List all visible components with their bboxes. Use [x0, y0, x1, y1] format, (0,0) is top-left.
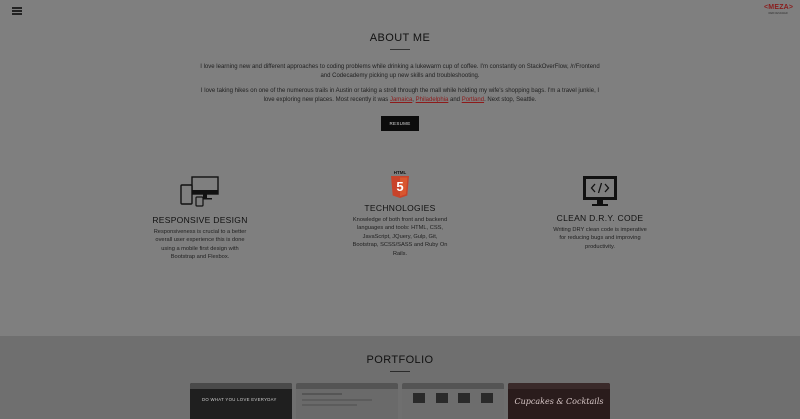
feature-text: Writing DRY clean code is imperative for… [553, 227, 647, 250]
html5-shield: 5 [391, 176, 409, 198]
para2-sep-2: and [448, 97, 462, 103]
about-paragraph-2: I love taking hikes on one of the numero… [200, 87, 600, 105]
portfolio-thumb-1-text: DO WHAT YOU LOVE EVERYDAY [202, 397, 277, 402]
link-portland[interactable]: Portland [462, 97, 484, 103]
site-logo[interactable]: <MEZA> WEB DESIGNER [764, 4, 794, 15]
devices-icon [180, 176, 219, 207]
feature-title: RESPONSIVE DESIGN [152, 215, 248, 225]
code-monitor-icon [583, 176, 617, 206]
portfolio-thumb-4[interactable]: Cupcakes & Cocktails [508, 383, 610, 419]
feature-responsive: RESPONSIVE DESIGN Responsiveness is cruc… [150, 175, 250, 262]
about-title-divider [390, 49, 410, 50]
feature-text: Knowledge of both front and backend lang… [352, 217, 448, 257]
feature-title: TECHNOLOGIES [364, 203, 436, 213]
portfolio-title-divider [390, 371, 410, 372]
link-jamaica[interactable]: Jamaica [390, 97, 412, 103]
about-title: ABOUT ME [369, 32, 431, 44]
logo-tagline: WEB DESIGNER [768, 12, 788, 15]
about-paragraph-1: I love learning new and different approa… [200, 64, 600, 79]
html5-icon: HTML 5 [385, 170, 415, 199]
feature-technologies: HTML 5 TECHNOLOGIES Knowledge of both fr… [350, 170, 450, 258]
portfolio-thumb-3[interactable] [402, 383, 504, 419]
logo-text: <MEZA> [764, 4, 794, 11]
svg-text:5: 5 [396, 179, 403, 194]
feature-text: Responsiveness is crucial to a better ov… [153, 229, 247, 261]
hamburger-icon[interactable] [12, 7, 22, 15]
link-philadelphia[interactable]: Philadelphia [416, 97, 449, 103]
portfolio-title: PORTFOLIO [366, 354, 434, 366]
feature-clean-code: CLEAN D.R.Y. CODE Writing DRY clean code… [550, 175, 650, 251]
portfolio-section [0, 336, 800, 419]
para2-after: . Next stop, Seattle. [484, 97, 537, 103]
portfolio-thumb-2[interactable] [296, 383, 398, 419]
feature-title: CLEAN D.R.Y. CODE [556, 213, 644, 223]
portfolio-thumb-4-text: Cupcakes & Cocktails [514, 397, 604, 406]
resume-button[interactable]: RESUME [381, 116, 419, 131]
portfolio-thumb-1[interactable]: DO WHAT YOU LOVE EVERYDAY [190, 383, 292, 419]
